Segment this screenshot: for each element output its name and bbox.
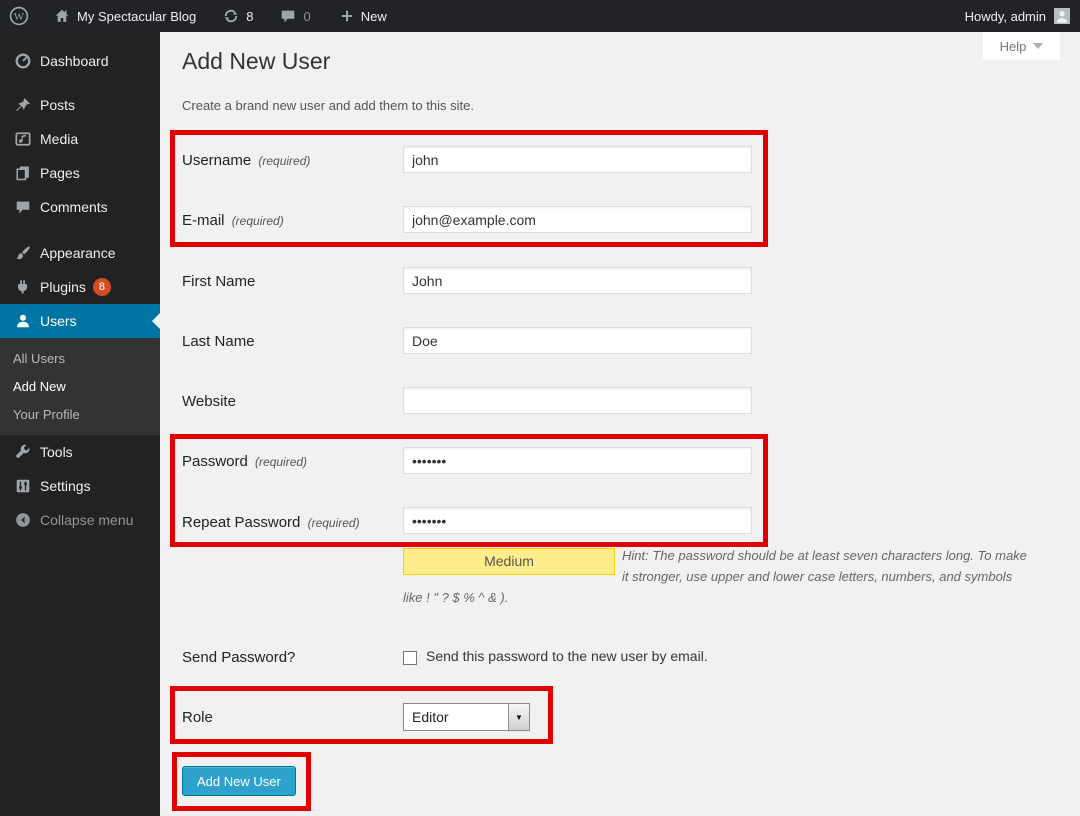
- repeat-password-label: Repeat Password (required): [182, 514, 392, 531]
- comments-indicator[interactable]: 0: [270, 0, 319, 32]
- email-input[interactable]: [403, 206, 752, 233]
- wordpress-logo-icon: W: [9, 6, 29, 26]
- home-icon: [53, 7, 71, 25]
- password-input[interactable]: [403, 447, 752, 474]
- main-content: Add New User Create a brand new user and…: [160, 32, 1080, 816]
- sidebar-item-settings[interactable]: Settings: [0, 469, 160, 503]
- website-label: Website: [182, 393, 392, 410]
- first-name-input[interactable]: [403, 267, 752, 294]
- wordpress-logo-menu[interactable]: W: [0, 0, 38, 32]
- submenu-item-your-profile[interactable]: Your Profile: [0, 401, 160, 429]
- svg-text:W: W: [14, 11, 25, 23]
- plus-icon: [339, 8, 355, 24]
- sidebar-item-dashboard[interactable]: Dashboard: [0, 44, 160, 78]
- new-label: New: [361, 9, 387, 24]
- collapse-arrow-icon: [14, 511, 32, 529]
- sidebar-item-label: Media: [40, 131, 78, 147]
- howdy-account-link[interactable]: Howdy, admin: [965, 9, 1046, 24]
- sidebar-item-label: Posts: [40, 97, 75, 113]
- user-icon: [14, 312, 32, 330]
- help-button[interactable]: Help: [983, 32, 1060, 60]
- menu-spacer: [0, 32, 160, 44]
- paintbrush-icon: [14, 244, 32, 262]
- pages-icon: [14, 164, 32, 182]
- sidebar-item-label: Comments: [40, 199, 108, 215]
- update-count: 8: [246, 9, 253, 24]
- role-select[interactable]: Editor ▼: [403, 703, 530, 731]
- comment-bubble-icon: [279, 7, 297, 25]
- hint-float-spacer: [403, 545, 622, 587]
- username-input[interactable]: [403, 146, 752, 173]
- submenu-item-add-new[interactable]: Add New: [0, 373, 160, 401]
- plug-icon: [14, 278, 32, 296]
- first-name-label: First Name: [182, 273, 392, 290]
- wrench-icon: [14, 443, 32, 461]
- sidebar-item-media[interactable]: Media: [0, 122, 160, 156]
- role-label: Role: [182, 709, 392, 726]
- updates-indicator[interactable]: 8: [213, 0, 262, 32]
- settings-sliders-icon: [14, 477, 32, 495]
- new-content-menu[interactable]: New: [330, 0, 396, 32]
- password-label: Password (required): [182, 453, 392, 470]
- media-icon: [14, 130, 32, 148]
- sidebar-item-label: Users: [40, 313, 77, 329]
- admin-topbar: W My Spectacular Blog 8 0 New H: [0, 0, 1080, 32]
- sidebar-item-label: Pages: [40, 165, 80, 181]
- role-selected-value: Editor: [404, 709, 508, 725]
- sidebar-item-appearance[interactable]: Appearance: [0, 236, 160, 270]
- send-password-checkbox-label[interactable]: Send this password to the new user by em…: [426, 648, 708, 664]
- add-new-user-button[interactable]: Add New User: [182, 766, 296, 796]
- page-description: Create a brand new user and add them to …: [182, 98, 474, 113]
- sidebar-item-label: Plugins: [40, 279, 86, 295]
- dashboard-icon: [14, 52, 32, 70]
- sidebar-item-comments[interactable]: Comments: [0, 190, 160, 224]
- help-label: Help: [1000, 39, 1027, 54]
- pushpin-icon: [14, 96, 32, 114]
- sidebar-item-label: Collapse menu: [40, 512, 133, 528]
- sidebar-item-label: Tools: [40, 444, 73, 460]
- site-name-label: My Spectacular Blog: [77, 9, 196, 24]
- page-title: Add New User: [182, 46, 330, 76]
- updates-icon: [222, 7, 240, 25]
- menu-separator: [0, 224, 160, 236]
- comments-icon: [14, 198, 32, 216]
- repeat-password-input[interactable]: [403, 507, 752, 534]
- sidebar-item-label: Appearance: [40, 245, 116, 261]
- password-hint: Hint: The password should be at least se…: [403, 545, 1031, 608]
- website-input[interactable]: [403, 387, 752, 414]
- collapse-menu-button[interactable]: Collapse menu: [0, 503, 160, 537]
- chevron-down-icon: [1033, 43, 1043, 49]
- sidebar-item-plugins[interactable]: Plugins 8: [0, 270, 160, 304]
- sidebar-item-label: Settings: [40, 478, 91, 494]
- username-label: Username (required): [182, 152, 392, 169]
- last-name-input[interactable]: [403, 327, 752, 354]
- sidebar-item-tools[interactable]: Tools: [0, 435, 160, 469]
- users-submenu: All Users Add New Your Profile: [0, 338, 160, 435]
- admin-sidebar: Dashboard Posts Media Pages Comments: [0, 32, 160, 816]
- sidebar-item-label: Dashboard: [40, 53, 109, 69]
- submenu-item-all-users[interactable]: All Users: [0, 345, 160, 373]
- plugins-update-badge: 8: [93, 278, 111, 296]
- sidebar-item-pages[interactable]: Pages: [0, 156, 160, 190]
- comment-count: 0: [303, 9, 310, 24]
- chevron-down-icon: ▼: [508, 704, 529, 730]
- email-label: E-mail (required): [182, 212, 392, 229]
- sidebar-item-posts[interactable]: Posts: [0, 88, 160, 122]
- menu-separator: [0, 78, 160, 88]
- user-avatar[interactable]: [1054, 8, 1070, 24]
- sidebar-item-users[interactable]: Users: [0, 304, 160, 338]
- send-password-label: Send Password?: [182, 649, 392, 666]
- last-name-label: Last Name: [182, 333, 392, 350]
- site-name-link[interactable]: My Spectacular Blog: [44, 0, 205, 32]
- send-password-checkbox[interactable]: [403, 651, 417, 665]
